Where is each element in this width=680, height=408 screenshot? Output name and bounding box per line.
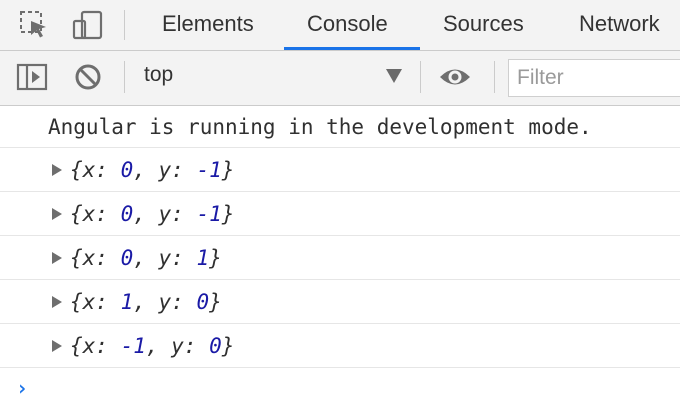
- active-tab-indicator: [284, 47, 420, 50]
- y-value: -1: [196, 202, 222, 226]
- expand-arrow-icon[interactable]: [52, 252, 62, 264]
- console-messages: Angular is running in the development mo…: [0, 106, 680, 368]
- console-object-row[interactable]: {x: -1, y: 0}: [0, 324, 680, 368]
- filter-input[interactable]: [508, 59, 680, 97]
- inspect-element-icon[interactable]: [18, 9, 50, 41]
- expand-arrow-icon[interactable]: [52, 164, 62, 176]
- context-selector[interactable]: top: [144, 63, 173, 87]
- tabbar-separator: [124, 10, 125, 40]
- console-object-row[interactable]: {x: 0, y: -1}: [0, 192, 680, 236]
- object-preview: {x: 0, y: -1}: [70, 158, 235, 182]
- tab-network[interactable]: Network: [579, 0, 660, 50]
- x-value: 0: [120, 158, 134, 182]
- y-value: 0: [196, 290, 210, 314]
- toolbar-separator: [420, 61, 421, 93]
- x-value: 0: [120, 246, 134, 270]
- info-message-text: Angular is running in the development mo…: [48, 115, 592, 139]
- console-object-row[interactable]: {x: 0, y: -1}: [0, 148, 680, 192]
- object-preview: {x: 0, y: -1}: [70, 202, 235, 226]
- x-value: 1: [120, 290, 134, 314]
- x-value: 0: [120, 202, 134, 226]
- console-prompt[interactable]: ›: [0, 368, 680, 404]
- console-toolbar: top: [0, 51, 680, 106]
- y-value: 0: [209, 334, 222, 358]
- devtools-tabbar: Elements Console Sources Network: [0, 0, 680, 51]
- object-preview: {x: 0, y: 1}: [70, 246, 222, 270]
- device-toolbar-icon[interactable]: [72, 9, 104, 41]
- object-preview: {x: 1, y: 0}: [70, 290, 222, 314]
- console-object-row[interactable]: {x: 1, y: 0}: [0, 280, 680, 324]
- toolbar-separator: [124, 61, 125, 93]
- x-value: -1: [120, 334, 146, 358]
- expand-arrow-icon[interactable]: [52, 208, 62, 220]
- expand-arrow-icon[interactable]: [52, 296, 62, 308]
- y-value: -1: [196, 158, 222, 182]
- eye-icon[interactable]: [438, 61, 472, 95]
- tab-elements[interactable]: Elements: [162, 0, 254, 50]
- expand-arrow-icon[interactable]: [52, 340, 62, 352]
- toolbar-separator: [494, 61, 495, 93]
- console-message: Angular is running in the development mo…: [0, 106, 680, 148]
- object-preview: {x: -1, y: 0}: [70, 334, 235, 358]
- tab-console[interactable]: Console: [307, 0, 388, 50]
- tab-sources[interactable]: Sources: [443, 0, 524, 50]
- sidebar-toggle-icon[interactable]: [16, 61, 50, 95]
- dropdown-arrow-icon[interactable]: [386, 69, 402, 83]
- prompt-chevron-icon: ›: [16, 376, 29, 400]
- clear-console-icon[interactable]: [72, 61, 106, 95]
- y-value: 1: [196, 246, 210, 270]
- console-object-row[interactable]: {x: 0, y: 1}: [0, 236, 680, 280]
